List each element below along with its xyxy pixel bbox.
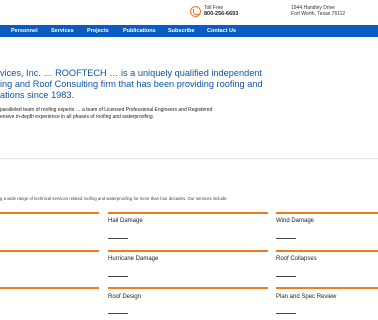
nav-item-subscribe[interactable]: Subscribe <box>168 25 195 37</box>
service-underline <box>108 238 128 239</box>
service-underline <box>108 276 128 277</box>
address: 1944 Handley Drive Fort Worth, Texas 761… <box>291 5 345 17</box>
phone-icon <box>190 6 201 17</box>
phone-block[interactable]: Toll Free 800-256-6693 <box>190 5 238 17</box>
service-hail-damage[interactable]: Hail Damage <box>108 218 143 224</box>
service-rule <box>108 287 268 289</box>
nav-item-projects[interactable]: Projects <box>87 25 109 37</box>
service-rule <box>0 250 99 252</box>
service-rule <box>108 212 268 214</box>
phone-number[interactable]: 800-256-6693 <box>204 11 238 17</box>
address-line-2: Fort Worth, Texas 76112 <box>291 11 346 17</box>
service-hurricane-damage[interactable]: Hurricane Damage <box>108 256 158 262</box>
nav-item-services[interactable]: Services <box>51 25 74 37</box>
service-rule <box>276 250 378 252</box>
nav-item-publications[interactable]: Publications <box>123 25 156 37</box>
service-underline <box>276 313 296 314</box>
service-underline <box>276 276 296 277</box>
hero-line-1: vices, Inc. … ROOFTECH … is a uniquely q… <box>0 68 262 78</box>
hero-line-3: ations since 1983. <box>0 90 75 100</box>
service-rule <box>0 287 99 289</box>
service-wind-damage[interactable]: Wind Damage <box>276 218 314 224</box>
service-underline <box>276 238 296 239</box>
top-bar: Toll Free 800-256-6693 1944 Handley Driv… <box>0 0 378 24</box>
intro-line-2: ensive in-depth experience in all phases… <box>0 114 154 120</box>
intro-line-1: paralleled team of roofing experts … a t… <box>0 107 213 113</box>
services-intro: g a wide range of technical services rel… <box>0 196 228 201</box>
hero-text: vices, Inc. … ROOFTECH … is a uniquely q… <box>0 68 290 101</box>
nav-item-contact-us[interactable]: Contact Us <box>207 25 236 37</box>
section-divider <box>0 158 378 159</box>
service-rule <box>0 212 99 214</box>
intro-paragraph: paralleled team of roofing experts … a t… <box>0 107 212 121</box>
service-roof-collapses[interactable]: Roof Collapses <box>276 256 317 262</box>
service-rule <box>276 212 378 214</box>
service-rule <box>276 287 378 289</box>
service-rule <box>108 250 268 252</box>
main-nav: Personnel Services Projects Publications… <box>0 25 378 37</box>
hero-line-2: ing and Roof Consulting firm that has be… <box>0 79 263 89</box>
service-underline <box>108 313 128 314</box>
nav-item-personnel[interactable]: Personnel <box>11 25 38 37</box>
service-roof-design[interactable]: Roof Design <box>108 294 141 300</box>
service-plan-and-spec-review[interactable]: Plan and Spec Review <box>276 294 336 300</box>
